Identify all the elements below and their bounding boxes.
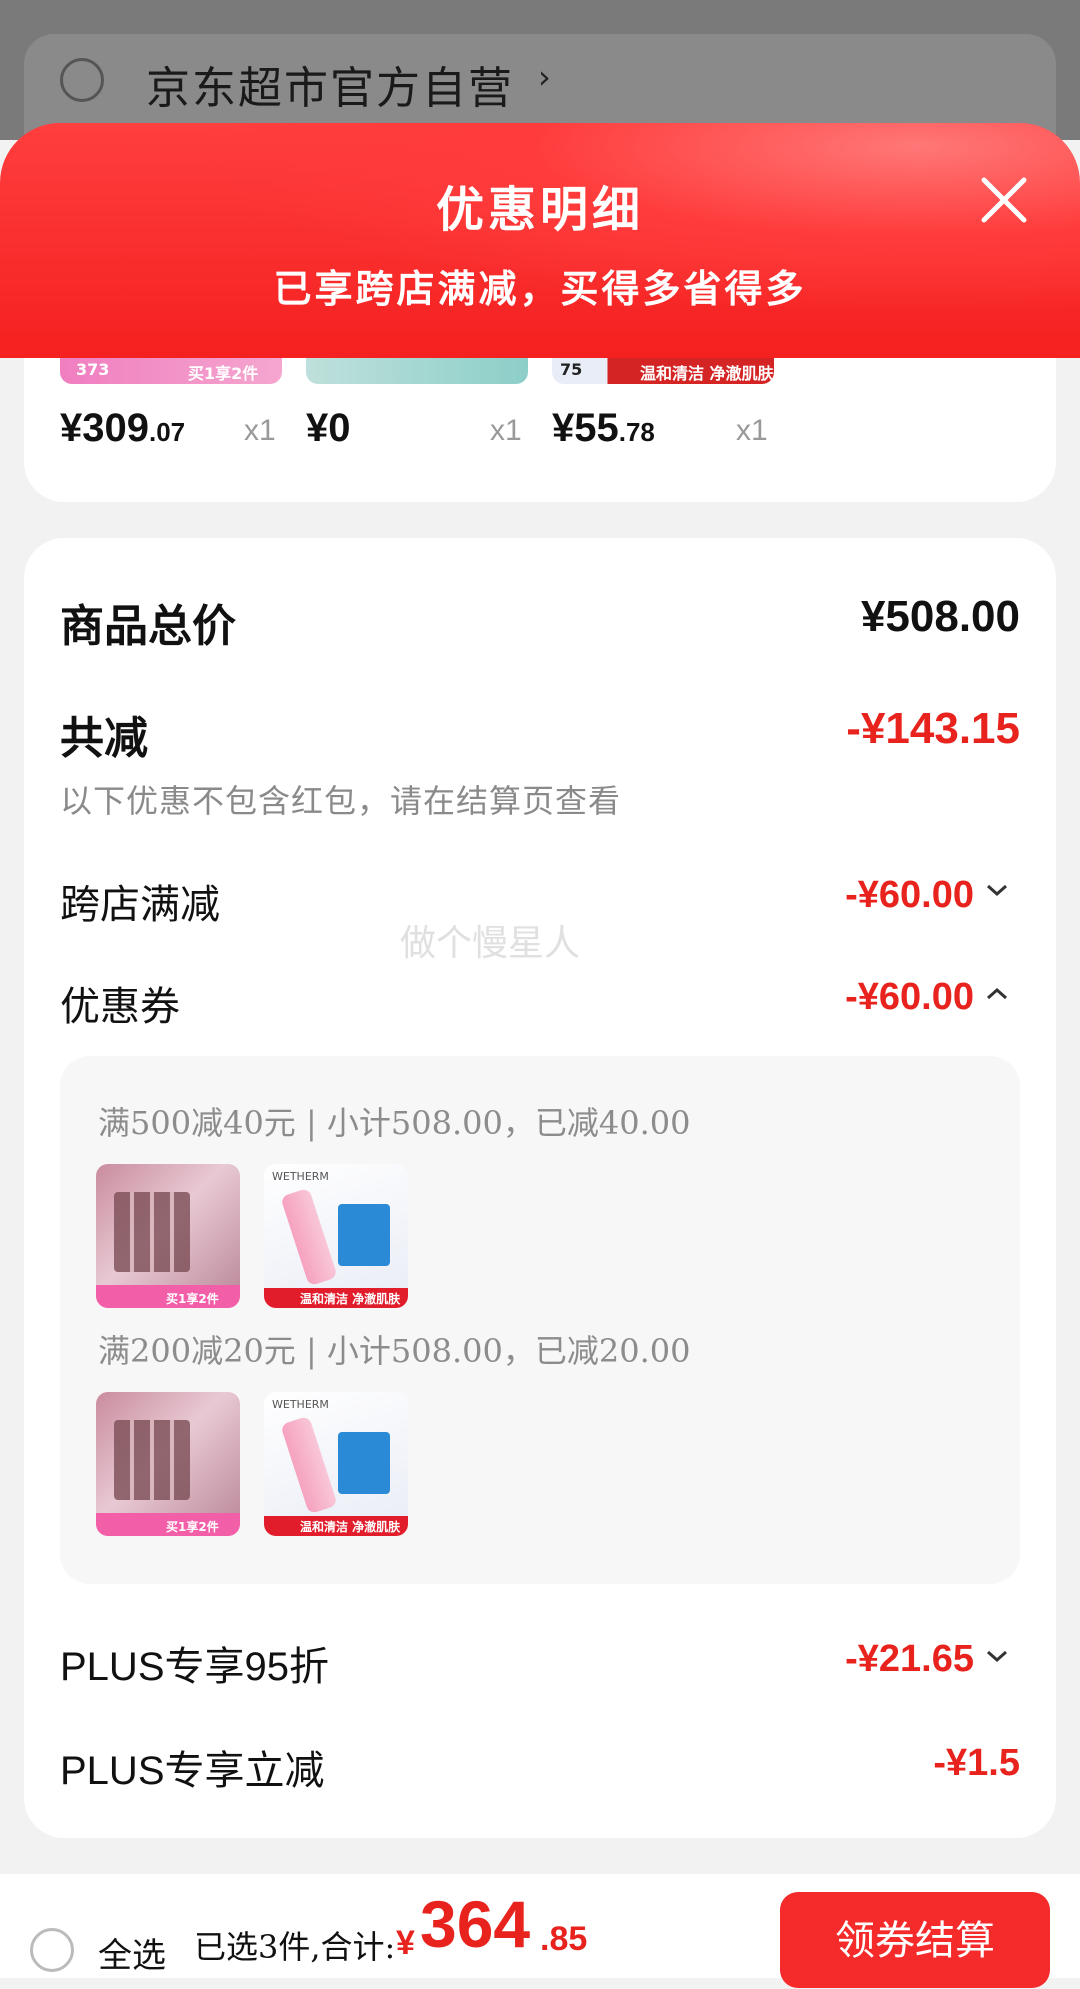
total-currency: ¥ bbox=[396, 1924, 415, 1962]
strip-label: 温和清洁 净澈肌肤 bbox=[640, 364, 774, 383]
price-int: ¥55 bbox=[552, 406, 619, 450]
product-price: ¥309.07 bbox=[60, 406, 185, 451]
plus-instant-value: -¥1.5 bbox=[933, 1742, 1020, 1784]
coupon-rule: 满500减40元 | 小计508.00，已减40.00 bbox=[98, 1104, 691, 1142]
brand-label: WETHERM bbox=[272, 1170, 329, 1183]
product-qty: x1 bbox=[244, 414, 276, 447]
strip-label: 373 bbox=[76, 360, 110, 379]
total-reduce-value: -¥143.15 bbox=[846, 704, 1020, 753]
chevron-up-icon[interactable] bbox=[986, 986, 1008, 1005]
discount-note: 以下优惠不包含红包，请在结算页查看 bbox=[60, 782, 622, 820]
promo-tag: 买1享2件 bbox=[166, 1292, 219, 1306]
total-price-value: ¥508.00 bbox=[860, 592, 1020, 641]
header-title: 优惠明细 bbox=[435, 182, 644, 238]
coupon-rule: 满200减20元 | 小计508.00，已减20.00 bbox=[98, 1332, 691, 1370]
product-image-cleanser[interactable]: WETHERM 温和清洁 净澈肌肤 bbox=[264, 1164, 408, 1308]
price-dec: .07 bbox=[148, 417, 186, 447]
select-all-radio[interactable] bbox=[30, 1928, 74, 1972]
header-subtitle: 已享跨店满减，买得多省得多 bbox=[273, 266, 807, 311]
price-dec: .78 bbox=[618, 417, 655, 447]
plus-instant-label: PLUS专享立减 bbox=[60, 1749, 325, 1793]
promo-tag: 温和清洁 净澈肌肤 bbox=[300, 1292, 401, 1306]
product-price: ¥0 bbox=[306, 406, 351, 451]
strip-label: 买1享2件 bbox=[188, 364, 259, 383]
close-button[interactable] bbox=[976, 172, 1032, 228]
store-name[interactable]: 京东超市官方自营 bbox=[146, 52, 514, 116]
palette-shades bbox=[114, 1420, 190, 1500]
palette-shades bbox=[114, 1192, 190, 1272]
product-image-cleanser[interactable]: WETHERM 温和清洁 净澈肌肤 bbox=[264, 1392, 408, 1536]
mask-sachet bbox=[338, 1432, 390, 1494]
promo-tag: 温和清洁 净澈肌肤 bbox=[300, 1520, 401, 1534]
chevron-down-icon[interactable] bbox=[986, 882, 1008, 901]
product-image-palette[interactable]: 买1享2件 bbox=[96, 1164, 240, 1308]
selected-count: 已选3件,合计: bbox=[194, 1928, 396, 1966]
store-select-radio[interactable] bbox=[60, 58, 104, 102]
watermark: 做个慢星人 bbox=[400, 923, 581, 964]
coupon-label[interactable]: 优惠券 bbox=[60, 974, 180, 1032]
checkout-button[interactable]: 领券结算 bbox=[780, 1892, 1050, 1988]
cleanser-tube bbox=[280, 1415, 338, 1515]
mask-sachet bbox=[338, 1204, 390, 1266]
total-price-label: 商品总价 bbox=[60, 601, 236, 652]
brand-label: WETHERM bbox=[272, 1398, 329, 1411]
cross-store-value[interactable]: -¥60.00 bbox=[845, 874, 974, 917]
product-qty: x1 bbox=[490, 414, 522, 447]
store-chevron-icon: › bbox=[538, 58, 551, 96]
product-qty: x1 bbox=[736, 414, 768, 447]
close-icon bbox=[981, 177, 1027, 223]
strip-label: 75 bbox=[560, 360, 583, 379]
plus-discount-value[interactable]: -¥21.65 bbox=[845, 1638, 974, 1681]
total-amount-int: 364 bbox=[420, 1887, 531, 1961]
product-thumb-strip bbox=[306, 356, 528, 384]
product-image-palette[interactable]: 买1享2件 bbox=[96, 1392, 240, 1536]
product-price: ¥55.78 bbox=[552, 406, 655, 451]
total-amount-dec: .85 bbox=[540, 1920, 588, 1958]
price-int: ¥309 bbox=[60, 406, 149, 450]
chevron-down-icon[interactable] bbox=[986, 1648, 1008, 1667]
plus-discount-label[interactable]: PLUS专享95折 bbox=[60, 1634, 329, 1692]
coupon-value[interactable]: -¥60.00 bbox=[845, 976, 974, 1019]
cleanser-tube bbox=[280, 1187, 338, 1287]
total-reduce-label: 共减 bbox=[60, 713, 148, 764]
price-int: ¥0 bbox=[306, 406, 351, 450]
cross-store-label[interactable]: 跨店满减 bbox=[60, 872, 220, 930]
select-all-label[interactable]: 全选 bbox=[98, 1928, 166, 1977]
discount-detail-header bbox=[0, 123, 1080, 358]
promo-tag: 买1享2件 bbox=[166, 1520, 219, 1534]
